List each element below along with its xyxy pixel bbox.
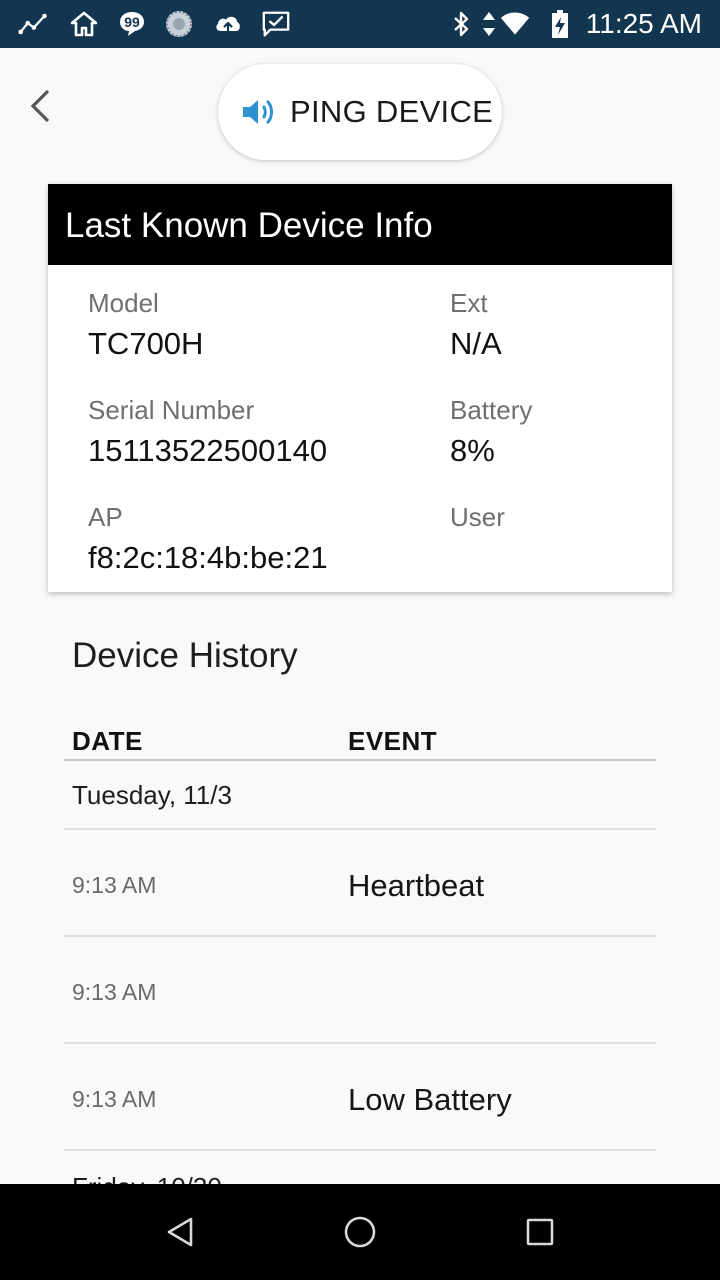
back-button[interactable] — [20, 82, 60, 130]
event-cell: Low Battery — [348, 1082, 512, 1117]
status-time: 11:25 AM — [585, 8, 702, 39]
time-cell: 9:13 AM — [72, 979, 157, 1005]
home-circle-icon — [344, 1216, 376, 1248]
header-divider — [64, 759, 656, 761]
home-icon — [69, 10, 99, 38]
navigation-bar — [0, 1184, 720, 1280]
battery-charging-icon — [545, 10, 575, 38]
device-info-title: Last Known Device Info — [48, 184, 672, 265]
user-label: User — [450, 502, 505, 532]
speaker-icon — [243, 99, 273, 125]
event-column-header: EVENT — [348, 726, 438, 756]
row-divider — [64, 1042, 656, 1044]
event-cell: Heartbeat — [348, 868, 485, 903]
device-history-title: Device History — [72, 636, 298, 675]
ping-device-button[interactable]: PING DEVICE — [218, 64, 502, 160]
battery-label: Battery — [450, 395, 533, 425]
status-bar: 99 11:25 AM — [0, 0, 720, 48]
ap-value: f8:2c:18:4b:be:21 — [88, 540, 328, 575]
ap-label: AP — [88, 502, 123, 532]
sync-spinner-icon — [164, 10, 194, 38]
serial-number-value: 15113522500140 — [88, 433, 328, 468]
wifi-icon — [500, 10, 530, 38]
row-divider — [64, 828, 656, 830]
battery-value: 8% — [450, 433, 495, 468]
ping-device-label: PING DEVICE — [290, 94, 494, 129]
nav-back-button[interactable] — [150, 1204, 210, 1260]
ext-value: N/A — [450, 326, 502, 361]
date-column-header: DATE — [72, 726, 143, 756]
row-divider — [64, 1149, 656, 1151]
message-check-icon — [261, 10, 291, 38]
serial-number-label: Serial Number — [88, 395, 255, 425]
time-cell: 9:13 AM — [72, 1086, 157, 1112]
svg-text:99: 99 — [124, 14, 140, 30]
row-divider — [64, 935, 656, 937]
nav-home-button[interactable] — [330, 1204, 390, 1260]
day-group-label: Tuesday, 11/3 — [72, 780, 232, 810]
nav-recents-button[interactable] — [510, 1204, 570, 1260]
chevron-left-icon — [30, 89, 50, 123]
chat-bubble-icon: 99 — [117, 10, 147, 38]
bluetooth-icon — [446, 10, 476, 38]
device-info-card: Last Known Device Info Model TC700H Ext … — [48, 184, 672, 592]
chart-line-icon — [18, 10, 48, 38]
model-value: TC700H — [88, 326, 204, 361]
back-triangle-icon — [167, 1217, 193, 1247]
model-label: Model — [88, 288, 159, 318]
ext-label: Ext — [450, 288, 488, 318]
recents-square-icon — [526, 1218, 554, 1246]
cloud-upload-icon — [213, 10, 243, 38]
time-cell: 9:13 AM — [72, 872, 157, 898]
